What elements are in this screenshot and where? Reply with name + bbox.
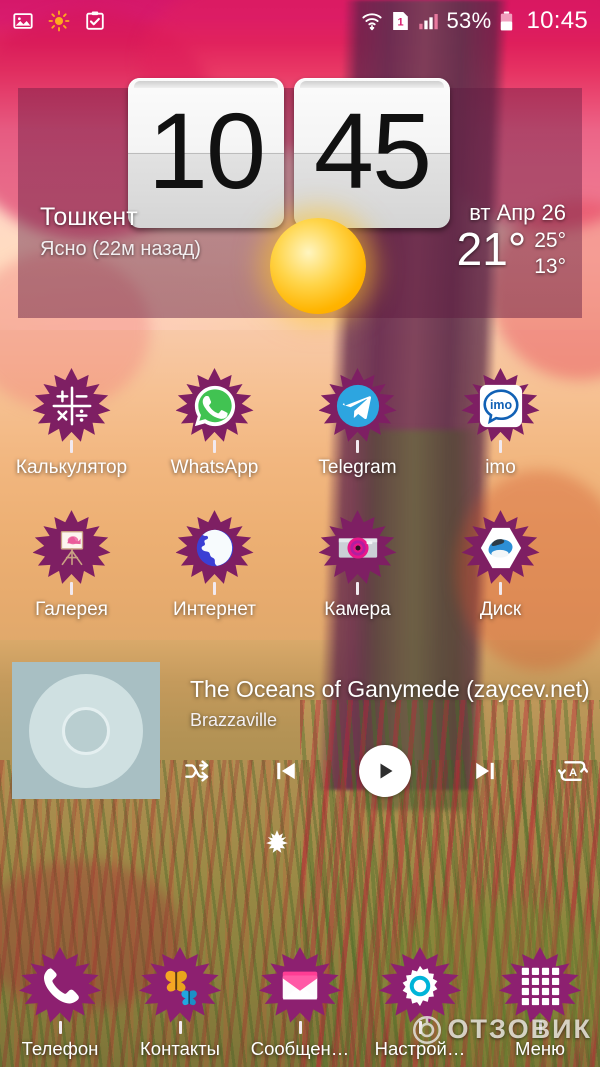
app-icon-imo[interactable]: imo imo [429, 360, 572, 478]
signal-bars-icon [417, 10, 439, 32]
sim-card-icon: 1 [392, 10, 409, 32]
clipboard-check-icon [84, 10, 106, 32]
app-row: Калькулятор WhatsApp Telegram imo imo [0, 360, 600, 478]
album-art[interactable] [12, 662, 160, 799]
battery-percent-label: 53% [446, 8, 492, 33]
status-clock: 10:45 [526, 7, 588, 34]
leaf-badge [19, 947, 101, 1034]
camera-icon [338, 537, 377, 559]
yandex-disk-icon [480, 528, 521, 569]
app-icon-whatsapp[interactable]: WhatsApp [143, 360, 286, 478]
leaf-badge [139, 947, 221, 1034]
dock-label: Контакты [140, 1038, 220, 1059]
clock-hours-value: 10 [147, 90, 266, 211]
phone-icon [43, 967, 79, 1004]
svg-text:A: A [569, 767, 577, 779]
app-label: Telegram [318, 457, 397, 478]
watermark: ОТЗОВИК [412, 1014, 592, 1045]
dock-label: Телефон [21, 1038, 99, 1059]
wifi-icon [360, 10, 384, 32]
leaf-badge [32, 510, 111, 596]
gear-icon [402, 965, 438, 1007]
clock-hours-tile[interactable]: 10 [128, 78, 284, 228]
weather-temperatures: 21° 25° 13° [456, 223, 566, 281]
status-bar[interactable]: 1 53% 10:45 [0, 0, 600, 42]
app-icon-internet[interactable]: Интернет [143, 502, 286, 620]
whatsapp-icon [194, 385, 235, 427]
app-icon-gallery[interactable]: Галерея [0, 502, 143, 620]
envelope-icon [282, 971, 318, 1000]
flip-clock[interactable]: 10 45 [128, 78, 450, 228]
browser-globe-icon [196, 529, 233, 567]
telegram-icon [336, 384, 379, 428]
app-grid: Калькулятор WhatsApp Telegram imo imo Га… [0, 360, 600, 620]
weather-condition: Ясно (22м назад) [40, 238, 201, 260]
clock-weather-widget[interactable]: 10 45 Тошкент Ясно (22м назад) вт Апр 26… [18, 78, 582, 318]
repeat-button[interactable]: A [558, 756, 588, 786]
skip-previous-icon [276, 762, 295, 780]
app-icon-camera[interactable]: Камера [286, 502, 429, 620]
app-row: Галерея Интернет Камера Диск [0, 502, 600, 620]
play-icon [380, 763, 393, 779]
maple-leaf-icon [266, 830, 288, 853]
leaf-badge [175, 368, 254, 453]
app-icon-telegram[interactable]: Telegram [286, 360, 429, 478]
app-label: imo [485, 457, 516, 478]
butterflies-icon [165, 970, 197, 1006]
calculator-icon [52, 386, 91, 426]
weather-temp-high: 25° [534, 229, 566, 252]
leaf-badge [461, 510, 540, 596]
repeat-all-icon: A [558, 761, 588, 781]
battery-icon [499, 10, 514, 32]
weather-temp-low: 13° [534, 255, 566, 279]
leaf-badge [175, 510, 254, 596]
leaf-badge [32, 368, 111, 453]
track-title: The Oceans of Ganymede (zaycev.net) [190, 676, 590, 702]
app-label: WhatsApp [170, 457, 259, 478]
app-label: Камера [324, 599, 391, 621]
app-grid-icon [521, 967, 560, 1006]
clock-minutes-value: 45 [313, 90, 432, 211]
gallery-icon [60, 531, 83, 566]
shuffle-button[interactable] [182, 756, 212, 786]
leaf-badge [318, 510, 397, 596]
cd-placeholder-icon [29, 673, 143, 788]
app-label: Галерея [35, 599, 108, 621]
home-screen: 1 53% 10:45 10 45 Тошкент Ясно (22м наза… [0, 0, 600, 1067]
leaf-badge [259, 947, 341, 1034]
leaf-badge [318, 368, 397, 453]
imo-icon: imo [479, 384, 522, 428]
shuffle-icon [185, 760, 209, 782]
dock-item-phone[interactable]: Телефон [0, 939, 120, 1063]
app-icon-disk[interactable]: Диск [429, 502, 572, 620]
app-label: Диск [479, 599, 522, 621]
page-indicator[interactable] [264, 828, 290, 856]
weather-city: Тошкент [40, 203, 138, 231]
screenshot-icon [12, 10, 34, 32]
play-button[interactable] [359, 745, 411, 797]
music-player-widget[interactable]: The Oceans of Ganymede (zaycev.net) Braz… [12, 662, 590, 802]
dock-item-contacts[interactable]: Контакты [120, 939, 240, 1063]
clock-minutes-tile[interactable]: 45 [294, 78, 450, 228]
dock-label: Сообщен… [250, 1038, 350, 1059]
previous-button[interactable] [272, 757, 300, 785]
playback-controls: A [182, 744, 588, 798]
svg-text:1: 1 [397, 17, 403, 29]
weather-temp-now: 21° [456, 223, 527, 275]
app-label: Калькулятор [15, 457, 128, 478]
dock-item-messages[interactable]: Сообщен… [240, 939, 360, 1063]
watermark-text: ОТЗОВИК [447, 1014, 592, 1044]
leaf-badge: imo [461, 368, 540, 453]
otzovik-logo-icon [412, 1015, 441, 1044]
skip-next-icon [475, 762, 494, 780]
app-label: Интернет [173, 599, 256, 621]
track-artist: Brazzaville [190, 710, 278, 730]
brightness-icon [48, 10, 70, 32]
next-button[interactable] [471, 757, 499, 785]
sun-icon [270, 218, 366, 314]
app-icon-calculator[interactable]: Калькулятор [0, 360, 143, 478]
svg-text:imo: imo [489, 398, 512, 412]
